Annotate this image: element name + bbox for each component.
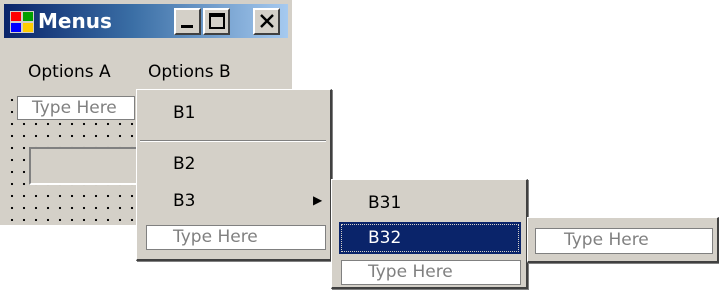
menu-item-b1[interactable]: B1 [173, 103, 195, 123]
close-icon [260, 14, 274, 28]
textbox-control[interactable] [29, 147, 141, 185]
options-b-menu: B1 B2 B3 ▶ Type Here [136, 89, 332, 261]
maximize-icon [209, 13, 225, 29]
menu-item-b2[interactable]: B2 [173, 154, 195, 174]
menu-item-b31[interactable]: B31 [368, 193, 401, 213]
minimize-icon [181, 25, 193, 28]
title-bar[interactable]: Menus [4, 4, 288, 38]
menu-separator [140, 140, 326, 142]
menu-item-b32[interactable]: B32 [339, 222, 521, 254]
menu-b32-type-here[interactable]: Type Here [535, 228, 713, 254]
menu-b3-type-here[interactable]: Type Here [341, 260, 521, 285]
submenu-arrow-icon: ▶ [313, 193, 323, 207]
app-icon [10, 11, 34, 33]
minimize-button[interactable] [174, 8, 201, 35]
menu-options-a[interactable]: Options A [28, 58, 111, 86]
menu-b-type-here[interactable]: Type Here [146, 225, 326, 250]
menubar-type-here[interactable]: Type Here [17, 96, 135, 120]
b3-submenu: B31 B32 Type Here [331, 179, 528, 289]
b32-submenu: Type Here [527, 217, 719, 263]
menu-item-b3[interactable]: B3 [173, 191, 195, 211]
close-button[interactable] [253, 8, 280, 35]
menu-options-b[interactable]: Options B [148, 58, 231, 86]
maximize-button[interactable] [203, 8, 230, 35]
window-title: Menus [38, 9, 112, 33]
